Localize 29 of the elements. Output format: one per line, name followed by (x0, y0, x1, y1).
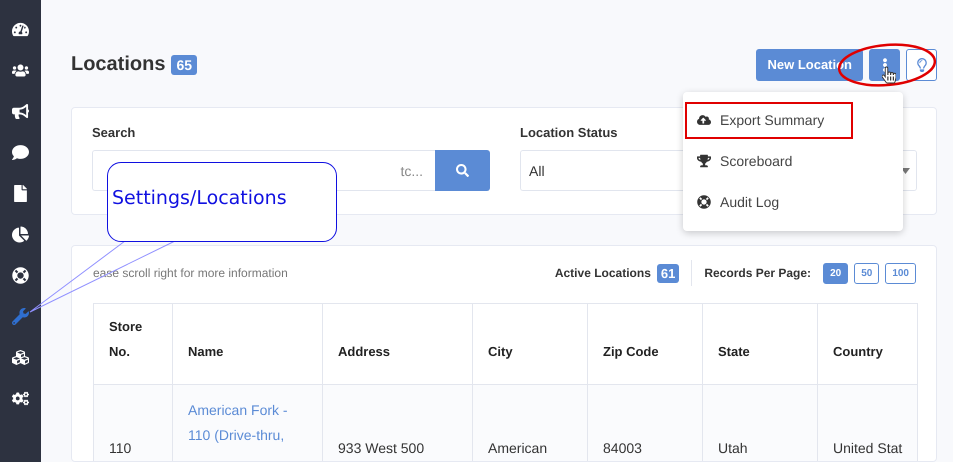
table-cell: 110 (94, 384, 172, 461)
search-icon (456, 164, 469, 177)
search-button[interactable] (435, 150, 490, 191)
table-cell: 84003 (588, 384, 702, 461)
column-header[interactable]: State (702, 304, 818, 384)
table-cell: Utah (702, 384, 818, 461)
per-page-label: Records Per Page: (704, 266, 812, 280)
callout-label: Settings/Locations (107, 162, 337, 242)
column-header[interactable]: Address (322, 304, 472, 384)
count-badge: 65 (171, 54, 198, 74)
search-label: Search (92, 125, 136, 142)
column-header[interactable]: Country (818, 304, 918, 384)
active-count-badge: 61 (656, 264, 680, 282)
column-header[interactable]: Name (172, 304, 322, 384)
pointer-cursor-icon (882, 66, 896, 84)
table-cell: American (472, 384, 588, 461)
life-ring-icon (697, 195, 711, 209)
table-cell: United Stat (818, 384, 918, 461)
lightbulb-icon (914, 58, 928, 72)
page-title: Locations (71, 53, 166, 76)
active-locations-label: Active Locations (554, 266, 651, 280)
column-header[interactable]: Zip Code (588, 304, 702, 384)
menu-item[interactable]: Export Summary (683, 100, 855, 140)
cloud-upload-icon (697, 113, 711, 127)
column-header[interactable]: Store No. (94, 304, 172, 384)
status-label: Location Status (520, 125, 619, 142)
column-header[interactable]: City (472, 304, 588, 384)
table-cell: 933 West 500 (322, 384, 472, 461)
menu-item[interactable]: Audit Log (683, 182, 903, 222)
